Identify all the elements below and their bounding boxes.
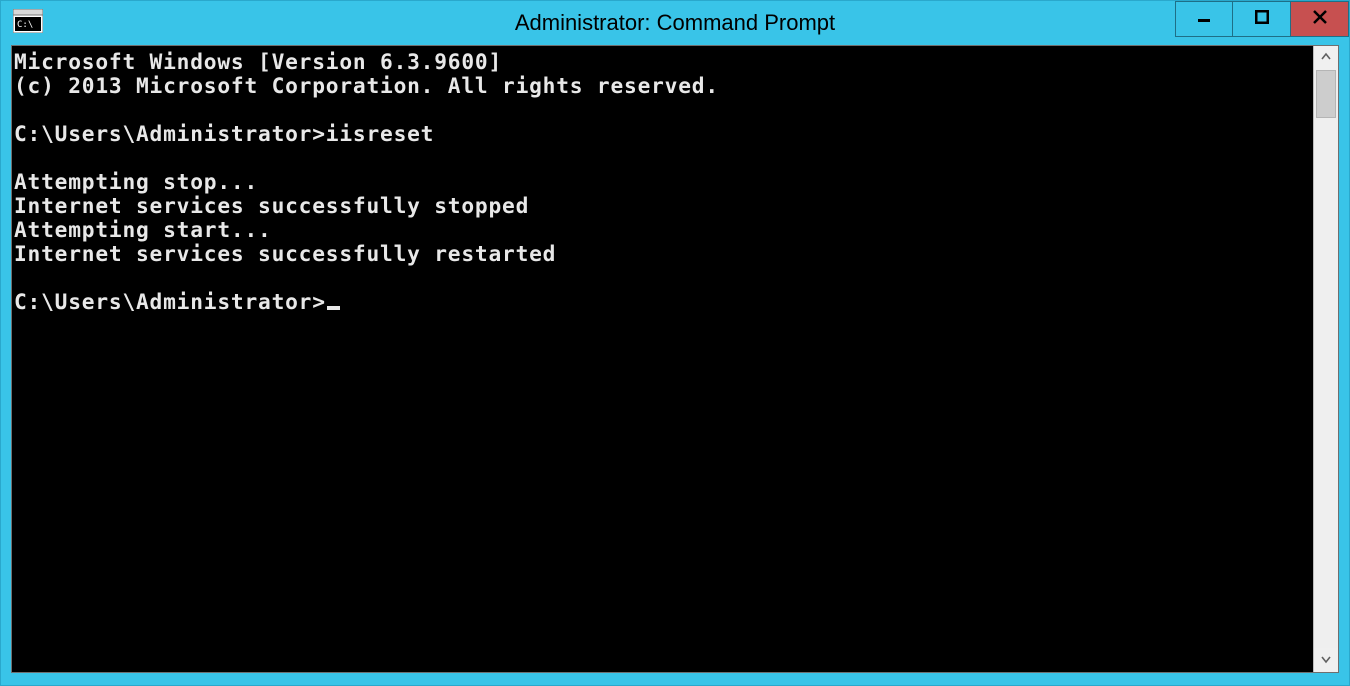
terminal-line: (c) 2013 Microsoft Corporation. All righ… [14, 73, 719, 98]
window-title: Administrator: Command Prompt [1, 10, 1349, 36]
terminal-line: Microsoft Windows [Version 6.3.9600] [14, 49, 502, 74]
svg-text:C:\: C:\ [17, 20, 33, 30]
close-button[interactable] [1291, 1, 1349, 37]
minimize-icon [1197, 10, 1211, 29]
maximize-icon [1255, 10, 1269, 29]
scroll-down-button[interactable] [1314, 648, 1338, 672]
titlebar[interactable]: C:\ Administrator: Command Prompt [1, 1, 1349, 45]
terminal-prompt: C:\Users\Administrator> [14, 289, 326, 314]
cmd-icon: C:\ [13, 9, 43, 33]
caption-buttons [1175, 1, 1349, 37]
terminal-line: Attempting stop... [14, 169, 258, 194]
terminal-line: Internet services successfully stopped [14, 193, 529, 218]
terminal-line: Internet services successfully restarted [14, 241, 556, 266]
app-window: C:\ Administrator: Command Prompt [0, 0, 1350, 686]
scroll-track[interactable] [1314, 70, 1338, 648]
client-area: Microsoft Windows [Version 6.3.9600] (c)… [11, 45, 1339, 673]
vertical-scrollbar[interactable] [1313, 46, 1338, 672]
scroll-thumb[interactable] [1316, 70, 1336, 118]
terminal-output[interactable]: Microsoft Windows [Version 6.3.9600] (c)… [12, 46, 1313, 672]
maximize-button[interactable] [1233, 1, 1291, 37]
chevron-up-icon [1320, 51, 1332, 66]
scroll-up-button[interactable] [1314, 46, 1338, 70]
close-icon [1312, 9, 1328, 30]
cursor-icon [327, 306, 340, 310]
chevron-down-icon [1320, 653, 1332, 668]
terminal-line: Attempting start... [14, 217, 272, 242]
minimize-button[interactable] [1175, 1, 1233, 37]
terminal-line: C:\Users\Administrator>iisreset [14, 121, 434, 146]
